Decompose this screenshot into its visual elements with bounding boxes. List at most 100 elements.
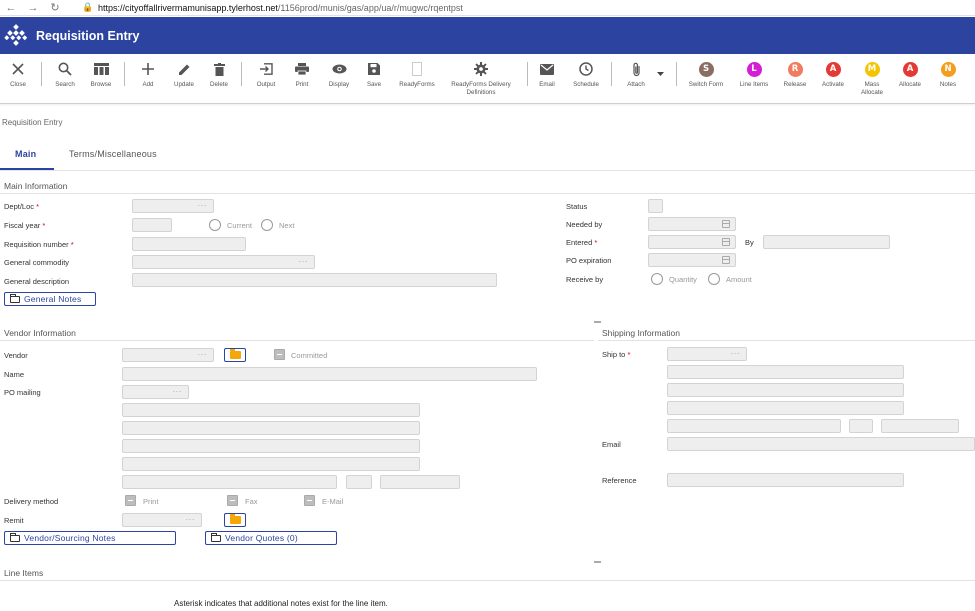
- entered-field[interactable]: [648, 235, 736, 249]
- dept-loc-label: Dept/Loc *: [4, 202, 39, 211]
- status-field[interactable]: [648, 199, 663, 213]
- readyforms-delivery-button[interactable]: ReadyForms Delivery Definitions: [448, 60, 514, 96]
- address-line-3-field[interactable]: [122, 439, 420, 453]
- schedule-label: Schedule: [573, 81, 599, 88]
- quantity-radio[interactable]: [651, 273, 663, 285]
- vendor-folder-button[interactable]: [224, 348, 246, 362]
- back-arrow-icon[interactable]: ←: [0, 1, 22, 15]
- envelope-icon: [534, 60, 560, 78]
- reload-icon[interactable]: ↻: [44, 1, 66, 15]
- save-button[interactable]: Save: [361, 60, 387, 89]
- attach-button[interactable]: Attach: [622, 60, 650, 89]
- amount-label: Amount: [726, 275, 752, 284]
- vendor-sourcing-notes-button[interactable]: Vendor/Sourcing Notes: [4, 531, 176, 545]
- ship-email-field[interactable]: [667, 437, 975, 451]
- address-line-2-field[interactable]: [122, 421, 420, 435]
- app-logo-icon[interactable]: [3, 23, 29, 49]
- url-host: https://cityoffallrivermamunisapp.tylerh…: [98, 2, 278, 13]
- add-button[interactable]: Add: [134, 60, 162, 89]
- po-expiration-field[interactable]: [648, 253, 736, 267]
- notes-button[interactable]: N Notes: [934, 60, 962, 89]
- print-button[interactable]: Print: [289, 60, 315, 89]
- vendor-information-title: Vendor Information: [4, 328, 76, 338]
- remit-field[interactable]: ···: [122, 513, 202, 527]
- url-text[interactable]: https://cityoffallrivermamunisapp.tylerh…: [98, 3, 463, 13]
- zip-field[interactable]: [380, 475, 460, 489]
- remit-folder-button[interactable]: [224, 513, 246, 527]
- ship-state-field[interactable]: [849, 419, 873, 433]
- readyforms-delivery-label: ReadyForms Delivery Definitions: [451, 81, 511, 96]
- save-icon: [361, 60, 387, 78]
- printer-icon: [289, 60, 315, 78]
- vendor-name-field[interactable]: [122, 367, 537, 381]
- name-label: Name: [4, 370, 25, 379]
- search-button[interactable]: Search: [50, 60, 80, 89]
- general-commodity-label: General commodity: [4, 258, 70, 267]
- tab-main[interactable]: Main: [15, 149, 36, 159]
- delete-button[interactable]: Delete: [205, 60, 233, 89]
- toolbar-divider: [611, 62, 612, 86]
- mass-allocate-button[interactable]: M Mass Allocate: [857, 60, 887, 96]
- allocate-label: Allocate: [898, 81, 921, 88]
- activate-button[interactable]: A Activate: [818, 60, 848, 89]
- release-button[interactable]: R Release: [780, 60, 810, 89]
- section-collapse-handle[interactable]: [594, 321, 601, 323]
- readyforms-button[interactable]: ReadyForms: [398, 60, 436, 89]
- state-field[interactable]: [346, 475, 372, 489]
- toolbar-divider: [241, 62, 242, 86]
- close-button[interactable]: Close: [4, 60, 32, 89]
- schedule-button[interactable]: Schedule: [570, 60, 602, 89]
- po-mailing-field[interactable]: ···: [122, 385, 189, 399]
- amount-radio[interactable]: [708, 273, 720, 285]
- reference-field[interactable]: [667, 473, 904, 487]
- ship-zip-field[interactable]: [881, 419, 959, 433]
- calendar-icon[interactable]: [722, 238, 730, 246]
- save-label: Save: [366, 81, 382, 88]
- display-button[interactable]: Display: [324, 60, 354, 89]
- release-label: Release: [783, 81, 807, 88]
- print-checkbox[interactable]: [125, 495, 136, 506]
- email-button[interactable]: Email: [534, 60, 560, 89]
- general-description-field[interactable]: [132, 273, 497, 287]
- remit-label: Remit: [4, 516, 24, 525]
- section-divider: [0, 340, 594, 341]
- switch-form-button[interactable]: S Switch Form: [686, 60, 726, 89]
- ship-address-2-field[interactable]: [667, 383, 904, 397]
- line-items-button[interactable]: L Line Items: [736, 60, 772, 89]
- browse-button[interactable]: Browse: [86, 60, 116, 89]
- address-line-1-field[interactable]: [122, 403, 420, 417]
- needed-by-field[interactable]: [648, 217, 736, 231]
- dept-loc-field[interactable]: ···: [132, 199, 214, 213]
- ship-address-1-field[interactable]: [667, 365, 904, 379]
- fiscal-year-field[interactable]: [132, 218, 172, 232]
- calendar-icon[interactable]: [722, 256, 730, 264]
- calendar-icon[interactable]: [722, 220, 730, 228]
- ship-address-3-field[interactable]: [667, 401, 904, 415]
- breadcrumb: Requisition Entry: [2, 118, 63, 127]
- section-collapse-handle[interactable]: [594, 561, 601, 563]
- output-button[interactable]: Output: [252, 60, 280, 89]
- ship-to-field[interactable]: ···: [667, 347, 747, 361]
- tab-terms-miscellaneous[interactable]: Terms/Miscellaneous: [69, 149, 157, 159]
- general-commodity-field[interactable]: ···: [132, 255, 315, 269]
- address-line-4-field[interactable]: [122, 457, 420, 471]
- attach-dropdown-button[interactable]: [654, 60, 666, 78]
- email-checkbox[interactable]: [304, 495, 315, 506]
- vendor-field[interactable]: ···: [122, 348, 214, 362]
- allocate-button[interactable]: A Allocate: [895, 60, 925, 89]
- paperclip-icon: [622, 60, 650, 78]
- update-button[interactable]: Update: [169, 60, 199, 89]
- gear-icon: [448, 60, 514, 78]
- city-field[interactable]: [122, 475, 337, 489]
- vendor-quotes-button[interactable]: Vendor Quotes (0): [205, 531, 337, 545]
- ship-city-field[interactable]: [667, 419, 841, 433]
- next-radio[interactable]: [261, 219, 273, 231]
- app-header: Requisition Entry: [0, 17, 975, 54]
- requisition-number-field[interactable]: [132, 237, 246, 251]
- fax-checkbox[interactable]: [227, 495, 238, 506]
- committed-checkbox[interactable]: [274, 349, 285, 360]
- current-radio[interactable]: [209, 219, 221, 231]
- entered-by-field[interactable]: [763, 235, 890, 249]
- forward-arrow-icon[interactable]: →: [22, 1, 44, 15]
- general-notes-button[interactable]: General Notes: [4, 292, 96, 306]
